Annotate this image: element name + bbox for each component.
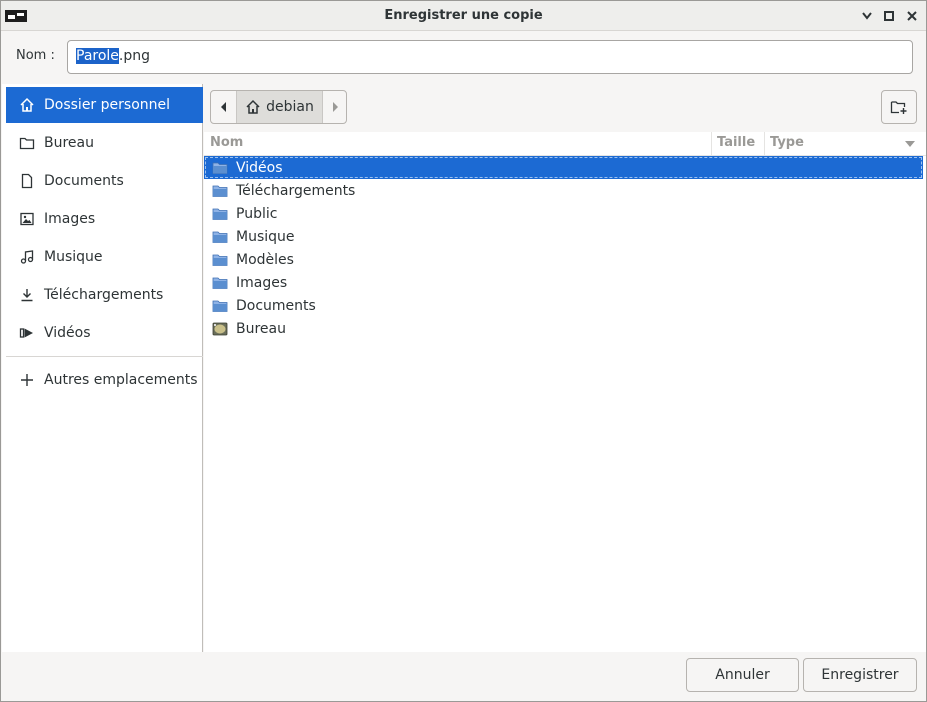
column-divider — [764, 132, 765, 156]
save-button[interactable]: Enregistrer — [803, 658, 917, 692]
folder-icon — [212, 254, 228, 266]
sort-arrow-icon — [905, 141, 915, 147]
file-row[interactable]: Documents — [204, 294, 923, 317]
sidebar-item-telechargements[interactable]: Téléchargements — [6, 277, 203, 313]
filename-extension: .png — [118, 48, 151, 64]
folder-icon — [212, 300, 228, 312]
column-size[interactable]: Taille — [717, 135, 755, 150]
sidebar-item-label: Dossier personnel — [44, 97, 171, 113]
name-label: Nom : — [16, 48, 55, 63]
file-name: Modèles — [236, 251, 294, 268]
path-home-button[interactable]: debian — [237, 91, 322, 123]
filename-selected-text: Parole — [76, 48, 119, 64]
home-icon — [246, 99, 260, 114]
sidebar-item-label: Documents — [44, 173, 124, 189]
folder-icon — [212, 231, 228, 243]
sidebar-item-images[interactable]: Images — [6, 201, 203, 237]
file-name: Téléchargements — [236, 182, 356, 199]
column-header: Nom Taille Type — [204, 132, 926, 156]
home-icon — [20, 97, 34, 112]
path-current-label: debian — [266, 99, 314, 115]
file-name: Images — [236, 274, 288, 291]
document-icon — [21, 173, 33, 189]
folder-icon — [212, 185, 228, 197]
sidebar-item-label: Autres emplacements — [44, 372, 198, 388]
new-folder-button[interactable] — [881, 90, 917, 124]
file-row[interactable]: Public — [204, 202, 923, 225]
file-row[interactable]: Modèles — [204, 248, 923, 271]
sidebar-item-label: Vidéos — [44, 325, 91, 341]
sidebar-item-label: Bureau — [44, 135, 94, 151]
desktop-icon — [212, 322, 228, 335]
path-forward-button[interactable] — [322, 91, 346, 123]
file-name: Bureau — [236, 320, 286, 337]
sidebar-item-documents[interactable]: Documents — [6, 163, 203, 199]
file-row[interactable]: Téléchargements — [204, 179, 923, 202]
sidebar-divider — [6, 356, 203, 357]
sidebar-item-bureau[interactable]: Bureau — [6, 125, 203, 161]
video-icon — [19, 328, 33, 338]
file-row[interactable]: Vidéos — [204, 156, 923, 179]
column-divider — [711, 132, 712, 156]
folder-icon — [212, 162, 228, 174]
action-bar: Annuler Enregistrer — [1, 652, 926, 701]
folder-icon — [212, 208, 228, 220]
plus-icon — [21, 374, 33, 386]
chevron-right-icon — [332, 102, 338, 112]
image-icon — [20, 212, 34, 226]
cancel-button[interactable]: Annuler — [686, 658, 799, 692]
sidebar-item-musique[interactable]: Musique — [6, 239, 203, 275]
download-icon — [21, 289, 33, 302]
path-toolbar: debian — [204, 84, 926, 132]
folder-icon — [19, 137, 35, 150]
file-browser: debian Nom Taille Type Vidéos Télécharge… — [204, 84, 926, 652]
minimize-icon[interactable] — [859, 8, 875, 24]
sidebar-item-label: Musique — [44, 249, 103, 265]
folder-icon — [212, 277, 228, 289]
path-back-button[interactable] — [211, 91, 237, 123]
file-row[interactable]: Musique — [204, 225, 923, 248]
sidebar-item-videos[interactable]: Vidéos — [6, 315, 203, 351]
maximize-icon[interactable] — [881, 8, 897, 24]
places-sidebar: Dossier personnel Bureau Documents Image… — [2, 84, 203, 652]
filename-input[interactable]: Parole.png — [67, 40, 913, 74]
file-name: Musique — [236, 228, 295, 245]
close-icon[interactable] — [904, 8, 920, 24]
music-icon — [20, 250, 34, 264]
file-name: Public — [236, 205, 278, 222]
title-bar: Enregistrer une copie — [1, 1, 926, 31]
sidebar-item-label: Téléchargements — [44, 287, 164, 303]
file-row[interactable]: Bureau — [204, 317, 923, 340]
chevron-left-icon — [220, 102, 226, 112]
file-row[interactable]: Images — [204, 271, 923, 294]
window-title: Enregistrer une copie — [384, 8, 543, 23]
sidebar-item-other-locations[interactable]: Autres emplacements — [6, 362, 203, 398]
save-dialog: Enregistrer une copie Nom : Parole.png D… — [0, 0, 927, 702]
column-name[interactable]: Nom — [210, 135, 243, 150]
sidebar-item-home[interactable]: Dossier personnel — [6, 87, 203, 123]
column-type[interactable]: Type — [770, 135, 804, 150]
file-name: Documents — [236, 297, 316, 314]
sidebar-item-label: Images — [44, 211, 96, 227]
path-bar: debian — [210, 90, 347, 124]
file-name: Vidéos — [236, 159, 283, 176]
new-folder-icon — [890, 101, 907, 114]
